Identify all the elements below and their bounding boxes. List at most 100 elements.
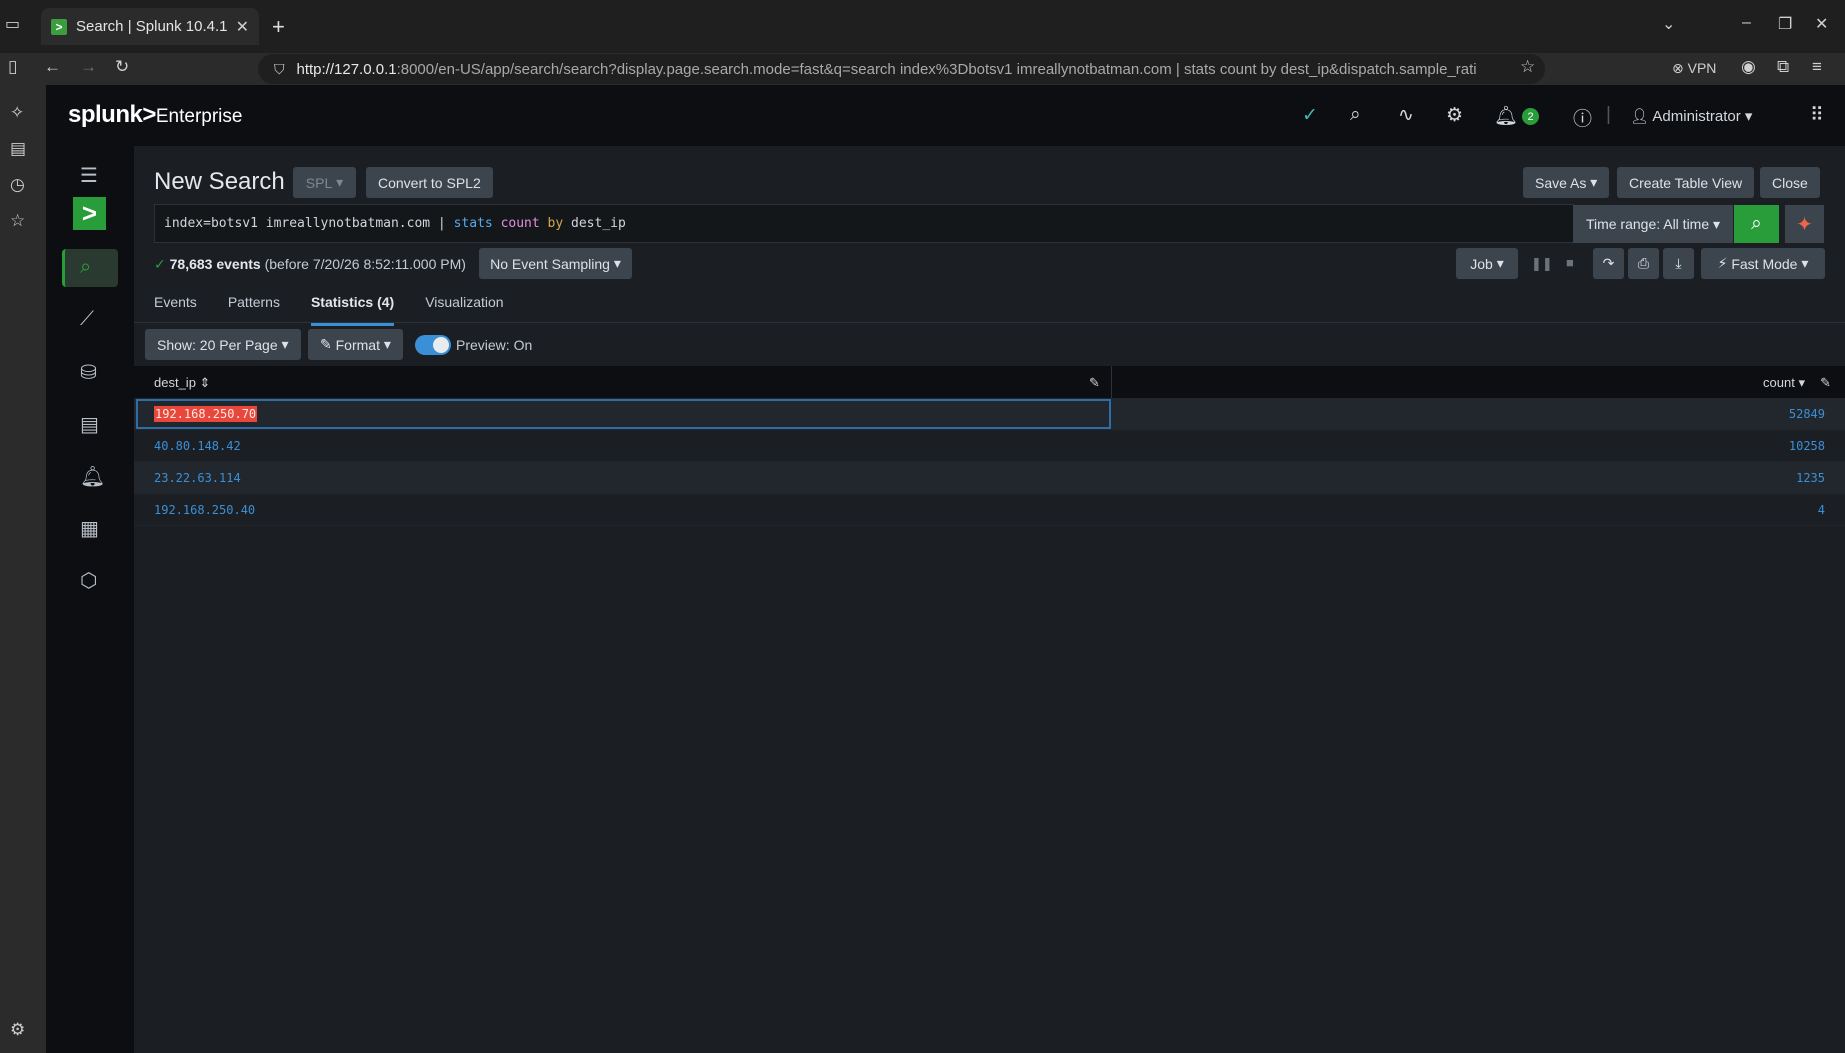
browser-settings-icon[interactable]: ⚙ — [10, 1020, 25, 1040]
chevron-down-icon: ▾ — [336, 174, 344, 190]
event-time: (before 7/20/26 8:52:11.000 PM) — [264, 256, 466, 272]
cell-dest-ip[interactable]: 23.22.63.114 — [154, 471, 241, 485]
column-header-count[interactable]: count ▾ — [1763, 375, 1805, 391]
per-page-select[interactable]: Show: 20 Per Page ▾ — [145, 329, 301, 360]
column-header-dest-ip[interactable]: dest_ip ⇕ — [154, 375, 210, 391]
event-sampling-select[interactable]: No Event Sampling ▾ — [479, 248, 632, 279]
nav-datasets-icon[interactable]: ⛁ — [80, 360, 97, 385]
cell-dest-ip[interactable]: 40.80.148.42 — [154, 439, 241, 453]
format-menu[interactable]: ✎ Format ▾ — [308, 329, 403, 360]
search-app-logo-icon[interactable]: > — [73, 197, 106, 230]
pause-icon[interactable]: ❚❚ — [1531, 256, 1553, 272]
window-close-icon[interactable]: ✕ — [1815, 14, 1828, 34]
cell-count[interactable]: 52849 — [1789, 407, 1825, 421]
reader-icon[interactable]: ▤ — [10, 139, 26, 159]
table-row[interactable]: 23.22.63.114 1235 — [134, 462, 1845, 494]
language-select[interactable]: SPL ▾ — [293, 167, 356, 198]
table-row[interactable]: 192.168.250.40 4 — [134, 494, 1845, 526]
chevron-down-icon: ▾ — [1590, 174, 1598, 190]
back-icon[interactable]: ← — [44, 57, 61, 77]
print-button[interactable]: ⎙ — [1628, 248, 1659, 279]
column-divider — [1111, 366, 1112, 398]
vpn-button[interactable]: ⊗ VPN — [1672, 60, 1716, 77]
vpn-label: VPN — [1687, 60, 1717, 76]
cell-count[interactable]: 4 — [1818, 503, 1825, 517]
cell-dest-ip[interactable]: 192.168.250.70 — [154, 406, 258, 422]
table-header: dest_ip ⇕ ✎ count ▾ ✎ — [134, 366, 1845, 398]
health-ok-icon[interactable]: ✓ — [1302, 104, 1318, 127]
close-button[interactable]: Close — [1760, 167, 1820, 198]
splunk-logo[interactable]: splunk>Enterprise — [68, 101, 242, 129]
convert-spl2-button[interactable]: Convert to SPL2 — [366, 167, 493, 198]
search-mode-select[interactable]: ⚡︎ Fast Mode ▾ — [1701, 248, 1825, 279]
tab-title: Search | Splunk 10.4.1 — [76, 18, 228, 35]
nav-packages-icon[interactable]: ⬡ — [80, 568, 97, 593]
browser-tab[interactable]: > Search | Splunk 10.4.1 ✕ — [41, 8, 259, 45]
ai-assistant-button[interactable]: ✦ — [1785, 205, 1824, 243]
restore-icon[interactable]: ❐ — [1778, 14, 1792, 34]
export-button[interactable]: ⤓ — [1663, 248, 1694, 279]
nav-dashboards-icon[interactable]: ▦ — [80, 516, 99, 541]
table-row[interactable]: 192.168.250.70 52849 — [134, 398, 1845, 430]
chevron-down-icon: ▾ — [1801, 255, 1809, 271]
extensions-icon[interactable]: ⧉ — [1777, 57, 1789, 77]
lightning-icon: ⚡︎ — [1717, 255, 1728, 271]
share-icon: ↷ — [1602, 255, 1615, 271]
favorites-icon[interactable]: ☆ — [10, 211, 25, 231]
time-range-picker[interactable]: Time range: All time ▾ — [1573, 205, 1733, 243]
user-menu[interactable]: 👤︎ Administrator ▾ — [1630, 107, 1752, 125]
stop-icon[interactable]: ■ — [1566, 255, 1574, 270]
nav-alerts-icon[interactable]: 🔔︎ — [80, 464, 105, 489]
cell-count[interactable]: 1235 — [1796, 471, 1825, 485]
search-main: New Search SPL ▾ Convert to SPL2 Save As… — [134, 146, 1845, 1053]
apps-grid-icon[interactable]: ⠿ — [1810, 104, 1824, 127]
job-label: Job — [1470, 255, 1493, 272]
sampling-label: No Event Sampling — [490, 255, 610, 272]
close-tab-icon[interactable]: ✕ — [236, 17, 249, 37]
nav-analytics-icon[interactable]: ⟋ — [80, 308, 94, 331]
search-submit-button[interactable]: ⌕ — [1734, 205, 1779, 243]
new-tab-icon[interactable]: + — [272, 14, 285, 40]
minimize-icon[interactable]: – — [1742, 14, 1751, 32]
nav-search-icon[interactable]: ⌕ — [80, 256, 91, 279]
notifications-bell-icon[interactable]: 🔔︎ — [1494, 104, 1518, 128]
job-menu[interactable]: Job ▾ — [1456, 248, 1518, 279]
profile-icon[interactable]: ◉ — [1741, 57, 1756, 77]
save-as-label: Save As — [1535, 174, 1587, 191]
search-query-input[interactable]: index=botsv1 imreallynotbatman.com | sta… — [154, 204, 1574, 243]
user-label: Administrator — [1652, 108, 1741, 125]
reload-icon[interactable]: ↻ — [115, 57, 129, 77]
print-icon: ⎙ — [1637, 255, 1650, 271]
nav-reports-icon[interactable]: ▤ — [80, 412, 99, 437]
table-row[interactable]: 40.80.148.42 10258 — [134, 430, 1845, 462]
url-bar[interactable]: ⛉ http://127.0.0.1 :8000/en-US/app/searc… — [258, 54, 1545, 84]
splunk-favicon-icon: > — [51, 18, 67, 35]
create-table-view-button[interactable]: Create Table View — [1617, 167, 1755, 198]
user-icon: 👤︎ — [1630, 108, 1650, 125]
history-icon[interactable]: ◷ — [10, 175, 25, 195]
settings-gear-icon[interactable]: ⚙ — [1446, 104, 1463, 127]
preview-toggle[interactable] — [415, 335, 451, 355]
url-host: http://127.0.0.1 — [296, 60, 397, 78]
cell-dest-ip[interactable]: 192.168.250.40 — [154, 503, 255, 517]
activity-icon[interactable]: ∿ — [1398, 104, 1414, 127]
query-field: dest_ip — [571, 216, 626, 231]
tab-list-icon[interactable]: ▭ — [5, 14, 20, 34]
bookmark-star-icon[interactable]: ☆ — [1520, 57, 1535, 77]
forward-icon[interactable]: → — [80, 57, 97, 77]
tab-overflow-chevron-icon[interactable]: ⌄ — [1662, 14, 1675, 34]
help-icon[interactable]: ⓘ — [1573, 104, 1592, 131]
hamburger-menu-icon[interactable]: ☰ — [80, 163, 98, 188]
tabs-divider — [134, 322, 1845, 323]
sidebar-toggle-icon[interactable]: ▯ — [8, 57, 17, 77]
aria-icon[interactable]: ✧ — [10, 103, 24, 123]
share-button[interactable]: ↷ — [1593, 248, 1624, 279]
query-by: by — [547, 216, 564, 231]
column-edit-icon[interactable]: ✎ — [1820, 375, 1831, 391]
global-search-icon[interactable]: ⌕ — [1350, 104, 1361, 126]
cell-count[interactable]: 10258 — [1789, 439, 1825, 453]
save-as-button[interactable]: Save As ▾ — [1523, 167, 1610, 198]
site-info-icon[interactable]: ⛉ — [274, 61, 285, 78]
browser-menu-icon[interactable]: ≡ — [1812, 57, 1822, 77]
column-edit-icon[interactable]: ✎ — [1089, 375, 1100, 391]
